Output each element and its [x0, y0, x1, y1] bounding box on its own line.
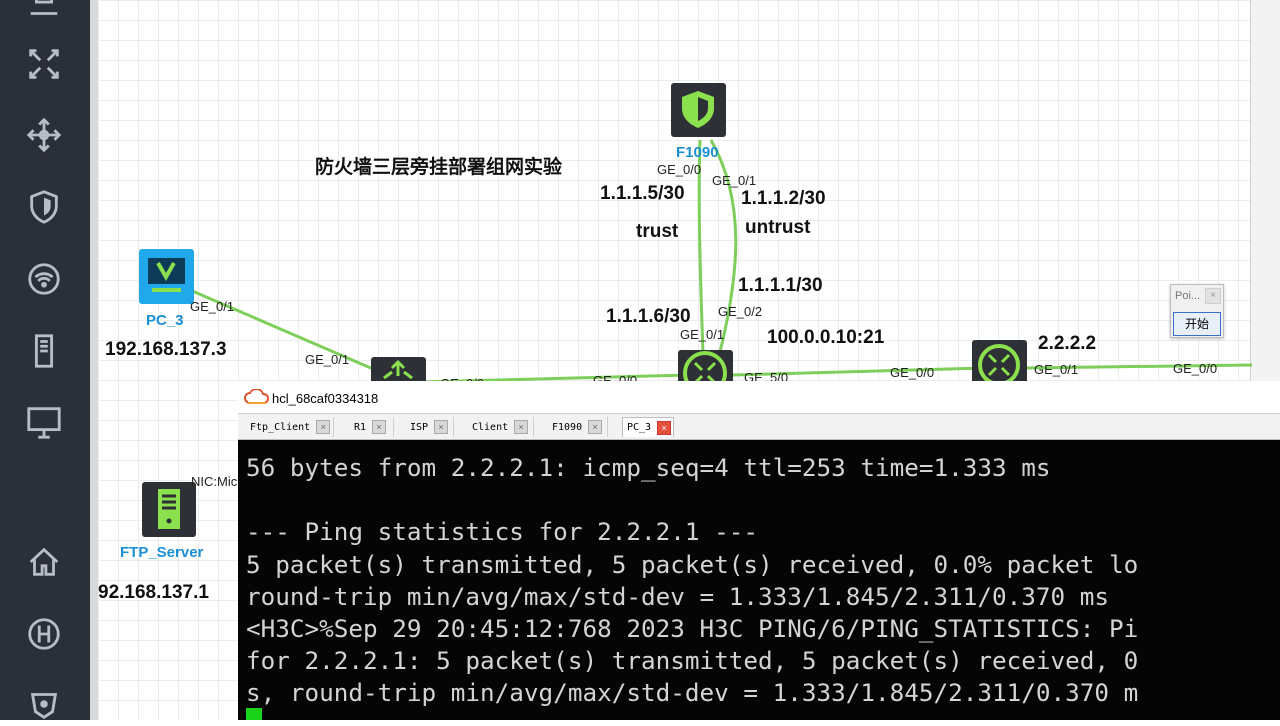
tab-label: R1: [354, 421, 367, 433]
poi-dialog: Poi... × 开始: [1170, 284, 1224, 338]
trust-zone-label: trust: [636, 221, 679, 242]
tab-label: Ftp_Client: [250, 421, 311, 433]
terminal-tab-bar: Ftp_Client × R1 × ISP × Client × F1090 × PC_3…: [238, 414, 1280, 440]
router-icon: [678, 350, 733, 395]
ftp-server-name-label: FTP_Server: [120, 544, 204, 561]
close-icon[interactable]: ×: [316, 420, 331, 434]
untrust-zone-label: untrust: [745, 217, 811, 238]
router-icon: [972, 340, 1027, 390]
pc-port-label: GE_0/1: [190, 299, 235, 314]
switch-icon: [371, 357, 426, 387]
core-port-up-label: GE_0/1: [680, 327, 725, 342]
firewall-f1090-device[interactable]: [670, 82, 727, 143]
pc-icon: [139, 249, 194, 304]
tab-label: Client: [472, 421, 509, 433]
pc-name-label: PC_3: [146, 312, 184, 329]
core-port-up2-label: GE_0/2: [718, 304, 763, 319]
tab-client[interactable]: Client ×: [468, 417, 534, 437]
firewall-name-label: F1090: [676, 144, 719, 161]
experiment-title: 防火墙三层旁挂部署组网实验: [315, 156, 563, 178]
terminal-cursor: [246, 708, 262, 720]
start-button[interactable]: 开始: [1173, 312, 1221, 336]
terminal-titlebar[interactable]: hcl_68caf0334318: [238, 381, 1280, 414]
close-icon[interactable]: ×: [434, 420, 449, 434]
isp-ip-label: 2.2.2.2: [1038, 333, 1097, 354]
close-icon[interactable]: ×: [372, 420, 387, 434]
fw-trust-port-label: GE_0/0: [657, 162, 702, 177]
fw-untrust-port-label: GE_0/1: [712, 173, 757, 188]
tab-ftp-client[interactable]: Ftp_Client ×: [246, 417, 334, 437]
terminal-window: hcl_68caf0334318 Ftp_Client × R1 × ISP × Cl…: [238, 381, 1280, 720]
close-icon[interactable]: ×: [514, 420, 529, 434]
ftp-server-ip-label: 92.168.137.1: [98, 582, 209, 603]
cloud-icon: [244, 389, 270, 404]
switch-port-pc-label: GE_0/1: [305, 352, 350, 367]
pc-3-device[interactable]: [138, 248, 195, 310]
trust-core-ip-label: 1.1.1.6/30: [606, 306, 691, 327]
nat-server-label: 100.0.0.10:21: [767, 327, 885, 348]
isp-port-right-label: GE_0/1: [1034, 362, 1079, 377]
tab-label: F1090: [552, 421, 583, 433]
ftp-server-device[interactable]: [141, 481, 197, 543]
poi-dialog-title: Poi...: [1175, 290, 1201, 302]
terminal-line: <H3C>%Sep 29 20:45:12:768 2023 H3C PING/…: [246, 614, 1139, 644]
pc-ip-label: 192.168.137.3: [105, 339, 227, 360]
trust-fw-ip-label: 1.1.1.5/30: [600, 183, 685, 204]
terminal-line: round-trip min/avg/max/std-dev = 1.333/1…: [246, 581, 1110, 611]
terminal-line: 5 packet(s) transmitted, 5 packet(s) rec…: [246, 549, 1139, 579]
terminal-line: 56 bytes from 2.2.2.1: icmp_seq=4 ttl=25…: [246, 453, 1051, 482]
close-icon[interactable]: ×: [657, 420, 672, 435]
right-device-port-label: GE_0/0: [1173, 361, 1218, 376]
terminal-line: for 2.2.2.1: 5 packet(s) transmitted, 5 …: [246, 646, 1139, 676]
close-icon[interactable]: ×: [588, 420, 603, 434]
tab-isp[interactable]: ISP ×: [406, 417, 454, 437]
terminal-title: hcl_68caf0334318: [272, 391, 379, 406]
terminal-line: s, round-trip min/avg/max/std-dev = 1.33…: [246, 678, 1139, 708]
server-icon: [142, 482, 196, 537]
tab-r1[interactable]: R1 ×: [350, 417, 394, 437]
firewall-icon: [671, 83, 726, 137]
untrust-core-ip-label: 1.1.1.1/30: [738, 275, 823, 296]
untrust-fw-ip-label: 1.1.1.2/30: [741, 188, 826, 209]
terminal-line: --- Ping statistics for 2.2.2.1 ---: [246, 517, 758, 547]
terminal-output: 56 bytes from 2.2.2.1: icmp_seq=4 ttl=25…: [246, 452, 1138, 710]
poi-close-button[interactable]: ×: [1205, 288, 1221, 304]
tab-pc-3[interactable]: PC_3 ×: [622, 417, 674, 437]
tab-label: ISP: [410, 421, 429, 433]
tab-f1090[interactable]: F1090 ×: [548, 417, 608, 437]
isp-router-device[interactable]: [971, 339, 1028, 390]
ftp-port-label: NIC:Mic: [191, 474, 238, 489]
isp-port-left-label: GE_0/0: [890, 365, 935, 380]
link-untrust: [709, 139, 738, 353]
terminal-screen[interactable]: 56 bytes from 2.2.2.1: icmp_seq=4 ttl=25…: [238, 440, 1280, 720]
tab-label: PC_3: [627, 422, 652, 433]
